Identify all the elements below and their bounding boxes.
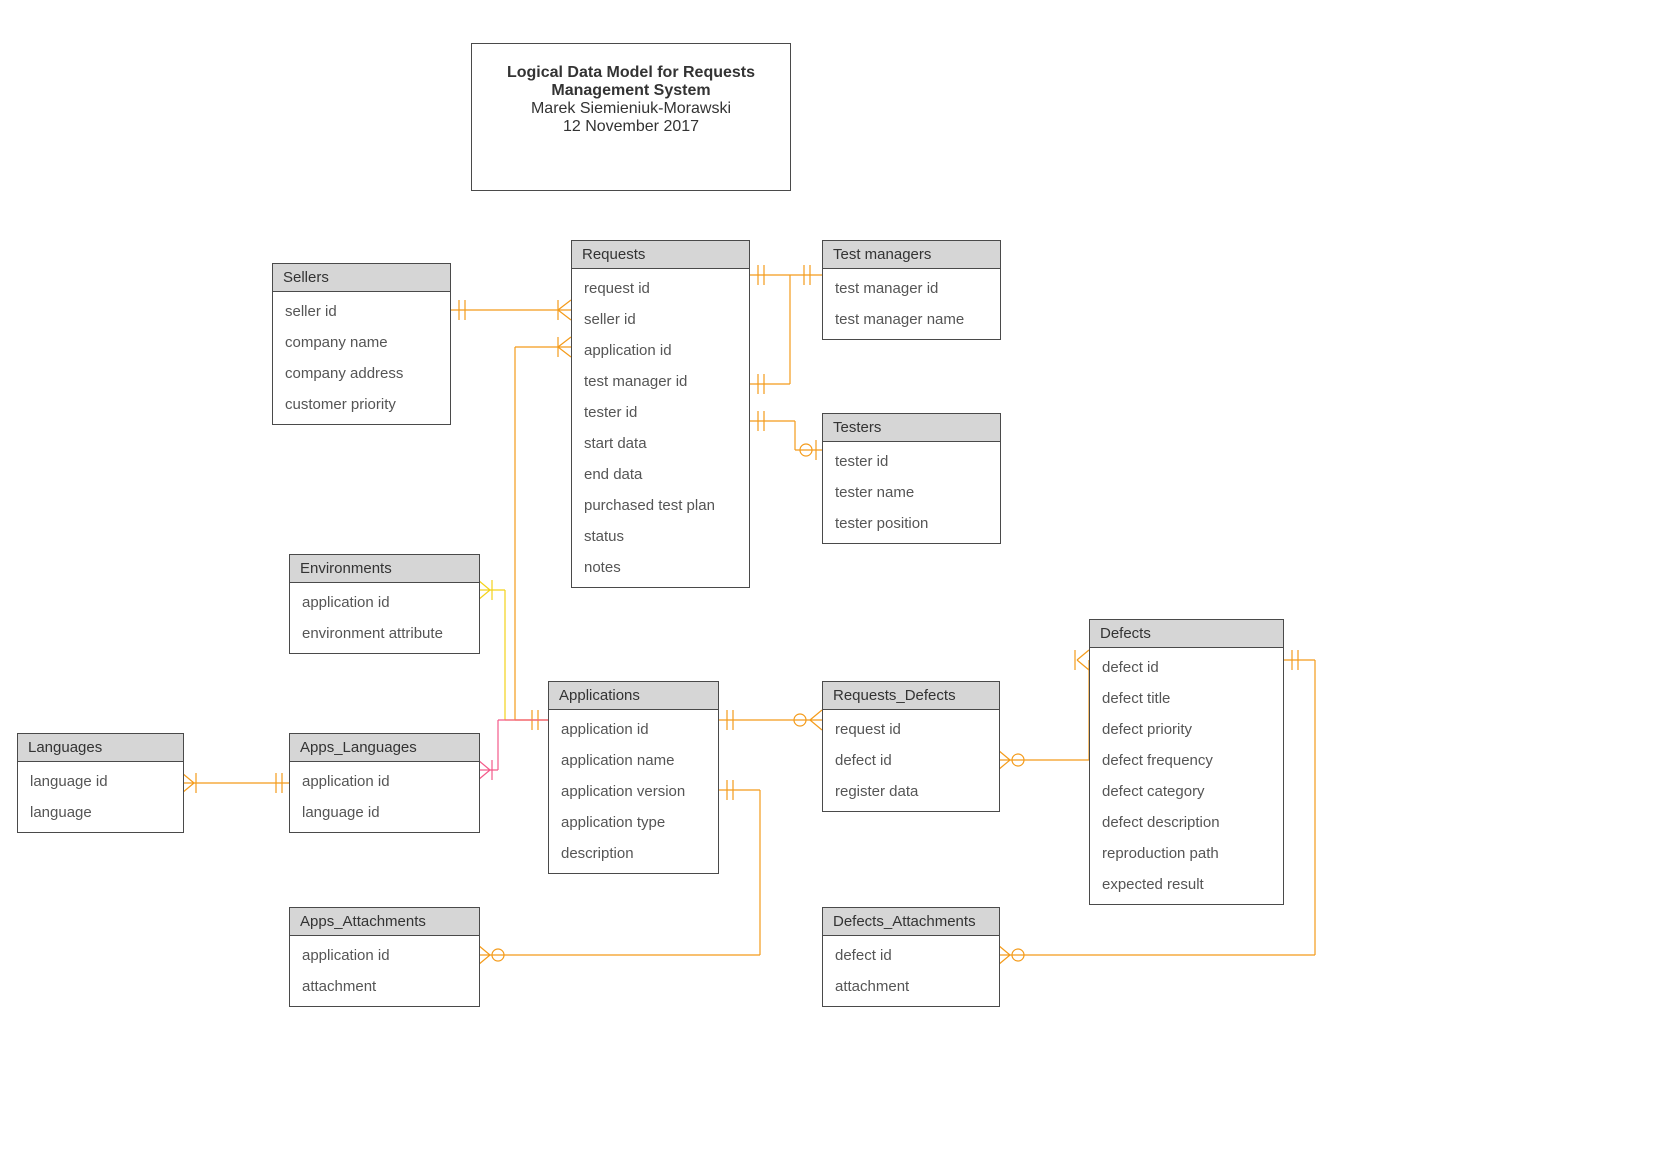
entity-header: Languages — [18, 734, 183, 762]
entity-defects: Defects defect id defect title defect pr… — [1089, 619, 1284, 905]
entity-sellers: Sellers seller id company name company a… — [272, 263, 451, 425]
attr: status — [572, 521, 749, 552]
attr: application id — [549, 714, 718, 745]
entity-defects-attachments: Defects_Attachments defect id attachment — [822, 907, 1000, 1007]
attr: application id — [572, 335, 749, 366]
attr: reproduction path — [1090, 838, 1283, 869]
attr: company name — [273, 327, 450, 358]
entity-test-managers: Test managers test manager id test manag… — [822, 240, 1001, 340]
attr: application version — [549, 776, 718, 807]
attr: start data — [572, 428, 749, 459]
attr: request id — [572, 273, 749, 304]
diagram-canvas: Logical Data Model for Requests Manageme… — [0, 0, 1656, 1163]
entity-applications: Applications application id application … — [548, 681, 719, 874]
attr: application id — [290, 587, 479, 618]
attr: company address — [273, 358, 450, 389]
entity-header: Applications — [549, 682, 718, 710]
entity-header: Apps_Attachments — [290, 908, 479, 936]
attr: test manager id — [823, 273, 1000, 304]
entity-header: Requests — [572, 241, 749, 269]
title-date: 12 November 2017 — [502, 118, 760, 136]
attr: expected result — [1090, 869, 1283, 900]
attr: environment attribute — [290, 618, 479, 649]
entity-requests-defects: Requests_Defects request id defect id re… — [822, 681, 1000, 812]
attr: language id — [290, 797, 479, 828]
attr: defect id — [823, 940, 999, 971]
entity-header: Requests_Defects — [823, 682, 999, 710]
attr: description — [549, 838, 718, 869]
attr: defect id — [1090, 652, 1283, 683]
entity-header: Defects — [1090, 620, 1283, 648]
attr: tester id — [823, 446, 1000, 477]
title-line1: Logical Data Model for Requests — [502, 64, 760, 82]
attr: defect category — [1090, 776, 1283, 807]
attr: request id — [823, 714, 999, 745]
attr: attachment — [823, 971, 999, 1002]
entity-testers: Testers tester id tester name tester pos… — [822, 413, 1001, 544]
attr: language — [18, 797, 183, 828]
attr: tester name — [823, 477, 1000, 508]
entity-environments: Environments application id environment … — [289, 554, 480, 654]
entity-header: Apps_Languages — [290, 734, 479, 762]
entity-languages: Languages language id language — [17, 733, 184, 833]
attr: application id — [290, 766, 479, 797]
attr: tester position — [823, 508, 1000, 539]
entity-header: Environments — [290, 555, 479, 583]
attr: application type — [549, 807, 718, 838]
entity-apps-languages: Apps_Languages application id language i… — [289, 733, 480, 833]
attr: end data — [572, 459, 749, 490]
attr: defect title — [1090, 683, 1283, 714]
attr: defect frequency — [1090, 745, 1283, 776]
entity-apps-attachments: Apps_Attachments application id attachme… — [289, 907, 480, 1007]
entity-header: Defects_Attachments — [823, 908, 999, 936]
attr: seller id — [273, 296, 450, 327]
attr: test manager name — [823, 304, 1000, 335]
attr: seller id — [572, 304, 749, 335]
attr: language id — [18, 766, 183, 797]
attr: application id — [290, 940, 479, 971]
attr: notes — [572, 552, 749, 583]
attr: defect id — [823, 745, 999, 776]
entity-requests: Requests request id seller id applicatio… — [571, 240, 750, 588]
attr: defect priority — [1090, 714, 1283, 745]
attr: test manager id — [572, 366, 749, 397]
entity-header: Testers — [823, 414, 1000, 442]
attr: purchased test plan — [572, 490, 749, 521]
attr: tester id — [572, 397, 749, 428]
attr: defect description — [1090, 807, 1283, 838]
title-box: Logical Data Model for Requests Manageme… — [471, 43, 791, 191]
attr: application name — [549, 745, 718, 776]
attr: attachment — [290, 971, 479, 1002]
title-line2: Management System — [502, 82, 760, 100]
entity-header: Sellers — [273, 264, 450, 292]
attr: register data — [823, 776, 999, 807]
entity-header: Test managers — [823, 241, 1000, 269]
title-author: Marek Siemieniuk-Morawski — [502, 100, 760, 118]
attr: customer priority — [273, 389, 450, 420]
